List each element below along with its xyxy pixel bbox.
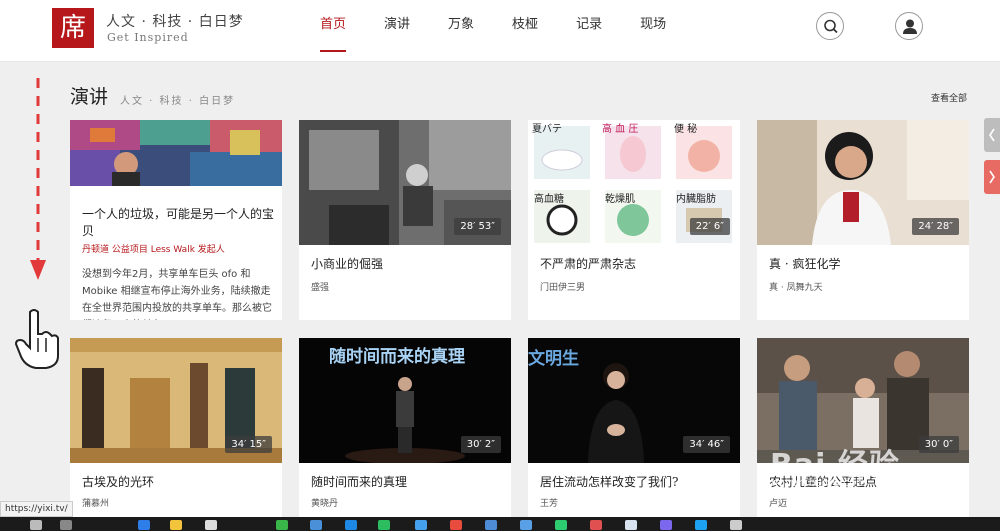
talk-card[interactable]: 一个人的垃圾，可能是另一个人的宝贝 丹顿道 公益项目 Less Walk 发起人… <box>70 120 282 320</box>
chevron-right-icon <box>989 170 995 184</box>
taskbar-app-icon[interactable] <box>555 520 567 530</box>
card-title[interactable]: 居住流动怎样改变了我们? <box>540 474 678 491</box>
site-logo[interactable]: 席 <box>52 8 94 48</box>
card-description: 没想到今年2月，共享单车巨头 ofo 和 Mobike 相继宣布停止海外业务，陆… <box>82 269 272 314</box>
duration-badge: 30′ 0″ <box>918 436 959 453</box>
taskbar-app-icon[interactable] <box>485 520 497 530</box>
search-icon <box>824 19 838 34</box>
talk-card[interactable]: 34′ 15″ 古埃及的光环 蒲慕州 <box>70 338 282 517</box>
card-author: 盛强 <box>311 283 330 293</box>
duration-badge: 22′ 6″ <box>689 218 730 235</box>
magazine-label: 高血糖 <box>534 194 564 205</box>
card-thumbnail[interactable]: 随时间而来的真理 30′ 2″ <box>299 338 511 463</box>
card-title[interactable]: 小商业的倔强 <box>311 256 383 273</box>
nav-vientiane[interactable]: 万象 <box>448 0 474 62</box>
duration-badge: 34′ 15″ <box>225 436 272 453</box>
talk-card[interactable]: 28′ 53″ 小商业的倔强 盛强 <box>299 120 511 320</box>
section-title: 演讲 <box>70 86 109 108</box>
card-author: 黄晓丹 <box>311 499 339 509</box>
card-author: 卢迈 <box>769 499 788 509</box>
os-taskbar <box>0 517 1000 531</box>
nav-live[interactable]: 现场 <box>640 0 666 62</box>
taskbar-app-icon[interactable] <box>450 520 462 530</box>
taskbar-app-icon[interactable] <box>730 520 742 530</box>
magazine-label: 便 秘 <box>674 124 698 135</box>
section-subtitle: 人文 · 科技 · 白日梦 <box>120 96 236 107</box>
crowd-image <box>70 120 282 186</box>
talk-card[interactable]: 文明生 34′ 46″ 居住流动怎样改变了我们? 王芳 <box>528 338 740 517</box>
taskbar-app-icon[interactable] <box>695 520 707 530</box>
brand-tagline: 人文 · 科技 · 白日梦 <box>106 14 244 30</box>
magazine-label: 夏バテ <box>532 124 562 135</box>
taskbar-app-icon[interactable] <box>520 520 532 530</box>
nav-talks[interactable]: 演讲 <box>384 0 410 62</box>
status-bar-url: https://yixi.tv/ <box>0 501 73 517</box>
taskbar-app-icon[interactable] <box>660 520 672 530</box>
scroll-down-arrow <box>30 78 46 280</box>
magazine-label: 内臓脂肪 <box>676 194 716 205</box>
card-author: 蒲慕州 <box>82 499 110 509</box>
talk-card[interactable]: 夏バテ 高 血 圧 便 秘 高血糖 乾燥肌 内臓脂肪 22′ 6″ 不严肃的严肃… <box>528 120 740 320</box>
taskbar-app-icon[interactable] <box>590 520 602 530</box>
taskbar-app-icon[interactable] <box>276 520 288 530</box>
card-author: 王芳 <box>540 499 559 509</box>
card-thumbnail[interactable] <box>70 120 282 186</box>
magazine-label: 乾燥肌 <box>605 194 635 205</box>
duration-badge: 28′ 53″ <box>454 218 501 235</box>
site-header: 席 人文 · 科技 · 白日梦 Get Inspired 首页 演讲 万象 枝桠… <box>0 0 1000 62</box>
nav-records[interactable]: 记录 <box>576 0 602 62</box>
duration-badge: 24′ 28″ <box>912 218 959 235</box>
talk-card[interactable]: 30′ 0″ 农村儿童的公平起点 卢迈 <box>757 338 969 517</box>
card-thumbnail[interactable]: 24′ 28″ <box>757 120 969 245</box>
side-tab-next[interactable] <box>984 160 1000 194</box>
taskbar-folder-icon[interactable] <box>170 520 182 530</box>
card-thumbnail[interactable]: 夏バテ 高 血 圧 便 秘 高血糖 乾燥肌 内臓脂肪 22′ 6″ <box>528 120 740 245</box>
nav-branches[interactable]: 枝桠 <box>512 0 538 62</box>
taskbar-app-icon[interactable] <box>378 520 390 530</box>
hand-cursor-icon <box>14 309 59 369</box>
card-title[interactable]: 真 · 疯狂化学 <box>769 256 840 273</box>
taskbar-app-icon[interactable] <box>310 520 322 530</box>
card-author: 门田伊三男 <box>540 283 586 293</box>
card-thumbnail[interactable]: 文明生 34′ 46″ <box>528 338 740 463</box>
nav-home[interactable]: 首页 <box>320 0 347 62</box>
user-button[interactable] <box>895 12 923 40</box>
card-author: 真 · 凤舞九天 <box>769 283 823 293</box>
taskbar-app-icon[interactable] <box>625 520 637 530</box>
duration-badge: 30′ 2″ <box>460 436 501 453</box>
taskbar-store-icon[interactable] <box>205 520 217 530</box>
chevron-left-icon <box>989 128 995 142</box>
taskbar-app-icon[interactable] <box>345 520 357 530</box>
taskbar-app-icon[interactable] <box>138 520 150 530</box>
baidu-watermark-url: jingyan.baidu.com <box>765 476 867 489</box>
main-nav: 首页 演讲 万象 枝桠 记录 现场 <box>320 0 704 62</box>
duration-badge: 34′ 46″ <box>683 436 730 453</box>
card-title[interactable]: 随时间而来的真理 <box>311 474 407 491</box>
card-speaker-tags: 丹顿道 公益项目 Less Walk 发起人 <box>82 245 225 255</box>
view-all-link[interactable]: 查看全部 <box>931 91 967 104</box>
talk-card[interactable]: 24′ 28″ 真 · 疯狂化学 真 · 凤舞九天 <box>757 120 969 320</box>
magazine-label: 高 血 圧 <box>602 124 639 135</box>
search-button[interactable] <box>816 12 844 40</box>
taskbar-app-icon[interactable] <box>415 520 427 530</box>
card-title[interactable]: 古埃及的光环 <box>82 474 154 491</box>
taskbar-task-view-icon[interactable] <box>60 520 72 530</box>
card-thumbnail[interactable]: 34′ 15″ <box>70 338 282 463</box>
talk-card[interactable]: 随时间而来的真理 30′ 2″ 随时间而来的真理 黄晓丹 <box>299 338 511 517</box>
taskbar-search-icon[interactable] <box>30 520 42 530</box>
side-tab-prev[interactable] <box>984 118 1000 152</box>
card-thumbnail[interactable]: 28′ 53″ <box>299 120 511 245</box>
brand-slogan: Get Inspired <box>107 31 189 44</box>
card-title[interactable]: 不严肃的严肃杂志 <box>540 256 636 273</box>
user-icon <box>903 19 917 34</box>
card-title[interactable]: 一个人的垃圾，可能是另一个人的宝贝 <box>82 206 278 240</box>
